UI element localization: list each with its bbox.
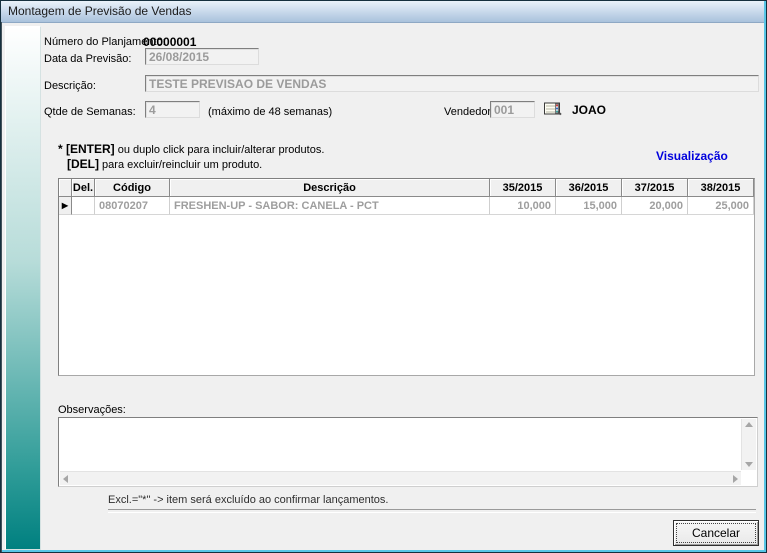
observations-input[interactable] (60, 419, 740, 470)
weeks-qty-input[interactable] (145, 101, 200, 118)
cell-week-38: 25,000 (688, 197, 754, 215)
observations-vertical-scrollbar[interactable] (741, 419, 756, 470)
cancel-button-label: Cancelar (692, 526, 740, 540)
instruction-enter-key: * [ENTER] (58, 142, 115, 156)
current-row-marker: ▶ (59, 197, 72, 215)
forecast-date-label: Data da Previsão: (44, 53, 131, 65)
weeks-qty-label: Qtde de Semanas: (44, 106, 136, 118)
teal-gradient-strip (5, 26, 41, 550)
cell-codigo: 08070207 (95, 197, 170, 215)
seller-code-input[interactable] (490, 101, 535, 118)
app-window: Montagem de Previsão de Vendas Número do… (0, 0, 767, 553)
cell-week-37: 20,000 (622, 197, 688, 215)
exclusion-note: Excl.="*" -> item será excluído ao confi… (108, 494, 388, 506)
seller-label: Vendedor: (444, 106, 494, 118)
products-grid[interactable]: Del. Código Descrição 35/2015 36/2015 37… (58, 178, 755, 376)
lookup-grid-glyph (543, 100, 563, 117)
observations-label: Observações: (58, 404, 126, 416)
scroll-up-icon[interactable] (745, 422, 753, 427)
instruction-line-1-text: ou duplo click para incluir/alterar prod… (115, 144, 325, 156)
grid-header-codigo[interactable]: Código (95, 179, 170, 197)
cell-descricao: FRESHEN-UP - SABOR: CANELA - PCT (170, 197, 490, 215)
grid-header-row: Del. Código Descrição 35/2015 36/2015 37… (59, 179, 754, 197)
cell-week-36: 15,000 (556, 197, 622, 215)
plan-number-value: 00000001 (143, 35, 196, 49)
instruction-del-key: [DEL] (67, 157, 99, 171)
grid-header-week-35[interactable]: 35/2015 (490, 179, 556, 197)
grid-header-descricao[interactable]: Descrição (170, 179, 490, 197)
window-title: Montagem de Previsão de Vendas (8, 1, 191, 22)
table-row[interactable]: ▶ 08070207 FRESHEN-UP - SABOR: CANELA - … (59, 197, 754, 215)
observations-horizontal-scrollbar[interactable] (60, 471, 741, 485)
instruction-line-2-text: para excluir/reincluir um produto. (99, 159, 262, 171)
grid-header-week-38[interactable]: 38/2015 (688, 179, 754, 197)
window-border-left (1, 22, 2, 552)
grid-header-indicator (59, 179, 72, 197)
scroll-right-icon[interactable] (733, 475, 738, 483)
observations-box (58, 417, 758, 487)
grid-header-week-37[interactable]: 37/2015 (622, 179, 688, 197)
instruction-line-1: * [ENTER] ou duplo click para incluir/al… (58, 142, 324, 156)
visualization-link[interactable]: Visualização (656, 149, 728, 163)
description-input[interactable] (145, 75, 759, 92)
forecast-date-input[interactable] (145, 48, 259, 65)
seller-name-value: JOAO (572, 103, 606, 117)
title-bar[interactable]: Montagem de Previsão de Vendas (1, 1, 766, 23)
cell-week-35: 10,000 (490, 197, 556, 215)
scroll-left-icon[interactable] (63, 475, 68, 483)
seller-lookup-icon[interactable] (543, 100, 563, 117)
cell-del (72, 197, 95, 215)
grid-header-del[interactable]: Del. (72, 179, 95, 197)
instruction-line-2: [DEL] para excluir/reincluir um produto. (67, 157, 262, 171)
grid-header-week-36[interactable]: 36/2015 (556, 179, 622, 197)
cancel-button[interactable]: Cancelar (673, 520, 759, 546)
footer-divider (108, 509, 756, 513)
window-border-glow-bottom (1, 550, 766, 552)
window-border-glow-right (764, 1, 766, 552)
description-label: Descrição: (44, 80, 96, 92)
weeks-max-hint: (máximo de 48 semanas) (208, 106, 332, 118)
scroll-down-icon[interactable] (745, 462, 753, 467)
